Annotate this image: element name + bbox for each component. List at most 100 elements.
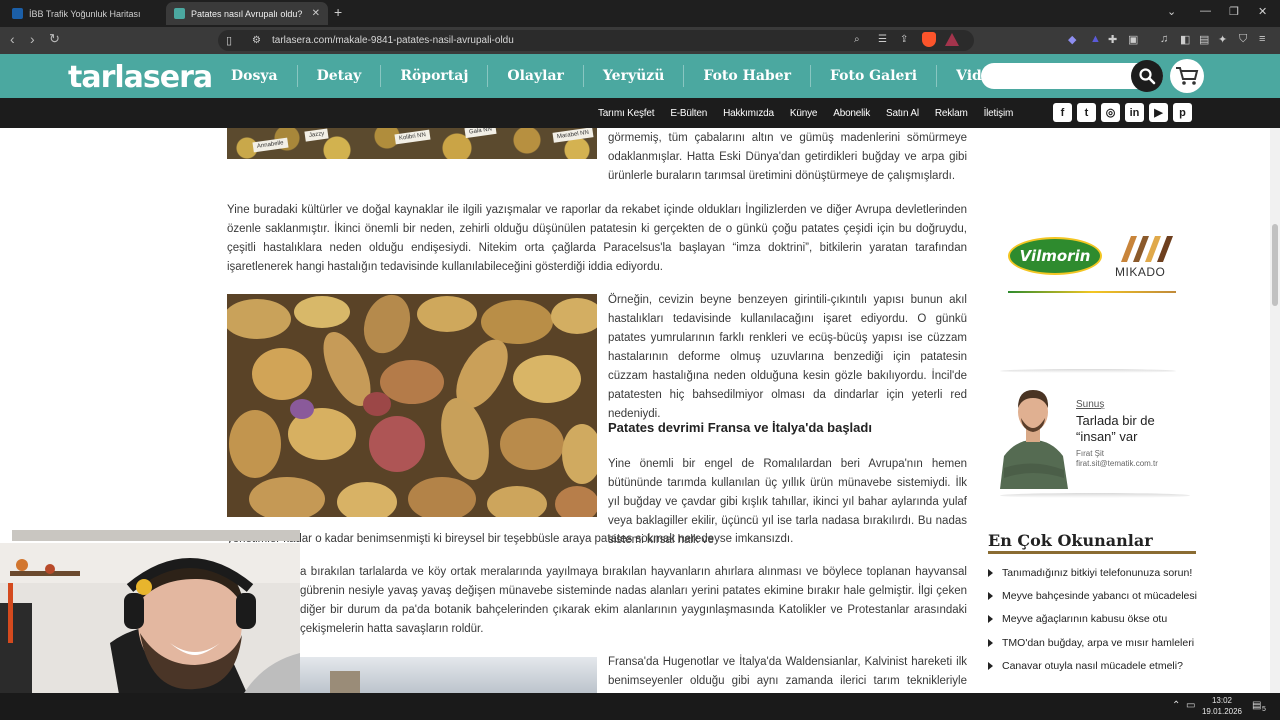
url-text: tarlasera.com/makale-9841-patates-nasil-… [272,35,514,46]
leo-ai-icon[interactable]: ✦ [1218,33,1227,46]
popular-list-item[interactable]: Tanımadığınız bitkiyi telefonunuza sorun… [988,567,1192,579]
secondary-navigation: Tarımı Keşfet E-Bülten Hakkımızda Künye … [590,98,1021,128]
mikado-logo[interactable]: MIKADO [1113,232,1179,282]
article-image-landscape [300,657,597,693]
ibb-favicon-icon [12,8,23,19]
tray-chevron-icon[interactable]: ⌃ [1172,700,1180,711]
nav-item-olaylar[interactable]: Olaylar [488,65,584,87]
subnav-reklam[interactable]: Reklam [927,108,976,119]
nav-item-detay[interactable]: Detay [298,65,382,87]
minimize-button[interactable]: — [1200,5,1211,17]
stream-overlay-bar [12,522,300,530]
bookmark-icon[interactable]: ▯ [226,34,242,47]
nav-item-dosya[interactable]: Dosya [212,65,298,87]
tab-ibb-traffic[interactable]: İBB Trafik Yoğunluk Haritası [4,2,164,25]
promo-author-name: Fırat Şit [1076,449,1105,458]
subnav-hakkimizda[interactable]: Hakkımızda [715,108,782,119]
promo-title[interactable]: Tarlada bir de “insan” var [1076,413,1176,445]
site-info-icon[interactable]: ⚙ [252,35,268,46]
subnav-satin-al[interactable]: Satın Al [878,108,927,119]
facebook-icon[interactable]: f [1053,103,1072,122]
twitter-icon[interactable]: t [1077,103,1096,122]
popular-item-link[interactable]: Tanımadığınız bitkiyi telefonunuza sorun… [1002,567,1192,579]
article-subheading: Patates devrimi Fransa ve İtalya'da başl… [608,420,872,435]
notifications-icon[interactable]: ▤ [1252,700,1261,711]
cart-button[interactable] [1170,59,1204,93]
promo-divider [1000,493,1190,498]
vilmorin-logo[interactable]: Vilmorin [1008,237,1102,275]
site-logo[interactable]: tarlasera [68,60,213,95]
search-icon [1139,68,1156,85]
popular-list-item[interactable]: TMO'dan buğday, arpa ve mısır hamleleri [988,637,1194,649]
popular-item-link[interactable]: Canavar otuyla nasıl mücadele etmeli? [1002,660,1183,672]
menu-icon[interactable]: ≡ [1259,33,1265,45]
vpn-shield-icon[interactable]: ⛉ [1239,33,1247,46]
popular-list-item[interactable]: Meyve ağaçlarının kabusu ökse otu [988,613,1167,625]
ad-divider [1008,291,1176,293]
scrollbar-thumb[interactable] [1272,224,1278,306]
nav-item-foto-galeri[interactable]: Foto Galeri [811,65,938,87]
extension-icon[interactable]: ◆ [1068,33,1076,46]
address-bar[interactable]: ▯ ⚙ tarlasera.com/makale-9841-patates-na… [218,30,974,51]
article-image-potatoes [227,294,597,517]
reload-icon[interactable]: ↻ [49,31,60,47]
os-taskbar [0,693,1280,720]
forward-icon[interactable]: › [30,31,35,47]
taskbar-clock[interactable]: 13:02 19.01.2026 [1198,695,1246,717]
webcam-overlay [0,543,300,700]
instagram-icon[interactable]: ◎ [1101,103,1120,122]
share-icon[interactable]: ⇪ [900,34,908,45]
popular-item-link[interactable]: Meyve bahçesinde yabancı ot mücadelesi [1002,590,1197,602]
nav-item-yeryuzu[interactable]: Yeryüzü [584,65,685,87]
bullet-arrow-icon [988,569,993,577]
popular-list-item[interactable]: Canavar otuyla nasıl mücadele etmeli? [988,660,1183,672]
subnav-iletisim[interactable]: İletişim [976,108,1022,119]
promo-divider [1000,369,1176,373]
promo-label[interactable]: Sunuş [1076,399,1104,410]
sidebar-toggle-icon[interactable]: ◧ [1180,33,1190,46]
extensions-puzzle-icon[interactable]: ✚ [1108,33,1117,46]
media-icon[interactable]: ♫ [1160,33,1168,45]
subnav-kunye[interactable]: Künye [782,108,825,119]
article-paragraph: görmemiş, tüm çabalarını altın ve gümüş … [608,132,967,182]
nav-item-roportaj[interactable]: Röportaj [381,65,489,87]
vpn-icon[interactable]: ▲ [1090,33,1101,45]
tab-search-icon[interactable]: ⌄ [1167,5,1176,18]
youtube-icon[interactable]: ▶ [1149,103,1168,122]
mikado-wordmark: MIKADO [1115,265,1166,279]
author-photo[interactable] [996,378,1071,489]
tab-close-icon[interactable]: ✕ [308,8,320,19]
subnav-tarimi-kesfet[interactable]: Tarımı Keşfet [590,108,662,119]
restore-button[interactable]: ❐ [1229,5,1239,18]
subnav-abonelik[interactable]: Abonelik [825,108,878,119]
new-tab-button[interactable]: + [334,4,342,20]
reader-mode-icon[interactable]: ☰ [878,34,887,45]
bullet-arrow-icon [988,615,993,623]
wallet-card-icon[interactable]: ▤ [1199,33,1209,46]
bullet-arrow-icon [988,639,993,647]
main-navigation: Dosya Detay Röportaj Olaylar Yeryüzü Fot… [212,54,1019,98]
zoom-icon[interactable]: ⌕ [854,34,860,45]
article-image-potato-varieties: Annabelle Jazzy Kolibri NN Gala NN Marab… [227,128,597,159]
article-paragraph: yönetimler kadar o kadar benimsenmişti k… [227,533,794,545]
tarlasera-favicon-icon [174,8,185,19]
search-button[interactable] [1131,60,1163,92]
close-window-button[interactable]: ✕ [1258,5,1267,18]
back-icon[interactable]: ‹ [10,31,15,47]
clock-time: 13:02 [1211,696,1233,705]
linkedin-icon[interactable]: in [1125,103,1144,122]
popular-item-link[interactable]: Meyve ağaçlarının kabusu ökse otu [1002,613,1167,625]
popular-list-item[interactable]: Meyve bahçesinde yabancı ot mücadelesi [988,590,1197,602]
nav-item-foto-haber[interactable]: Foto Haber [684,65,811,87]
network-icon[interactable]: ▭ [1186,700,1195,711]
wallet-icon[interactable]: ▣ [1128,33,1138,46]
pinterest-icon[interactable]: p [1173,103,1192,122]
popular-section-title: En Çok Okunanlar [988,531,1153,550]
popular-item-link[interactable]: TMO'dan buğday, arpa ve mısır hamleleri [1002,637,1194,649]
notification-count: 5 [1262,706,1266,713]
tab-tarlasera-article[interactable]: Patates nasıl Avrupalı oldu? | tar ✕ [166,2,328,25]
subnav-e-bulten[interactable]: E-Bülten [662,108,715,119]
page-scrollbar[interactable] [1270,128,1280,693]
brave-shields-icon[interactable] [922,32,936,47]
promo-author-email[interactable]: firat.sit@tematik.com.tr [1076,459,1158,468]
